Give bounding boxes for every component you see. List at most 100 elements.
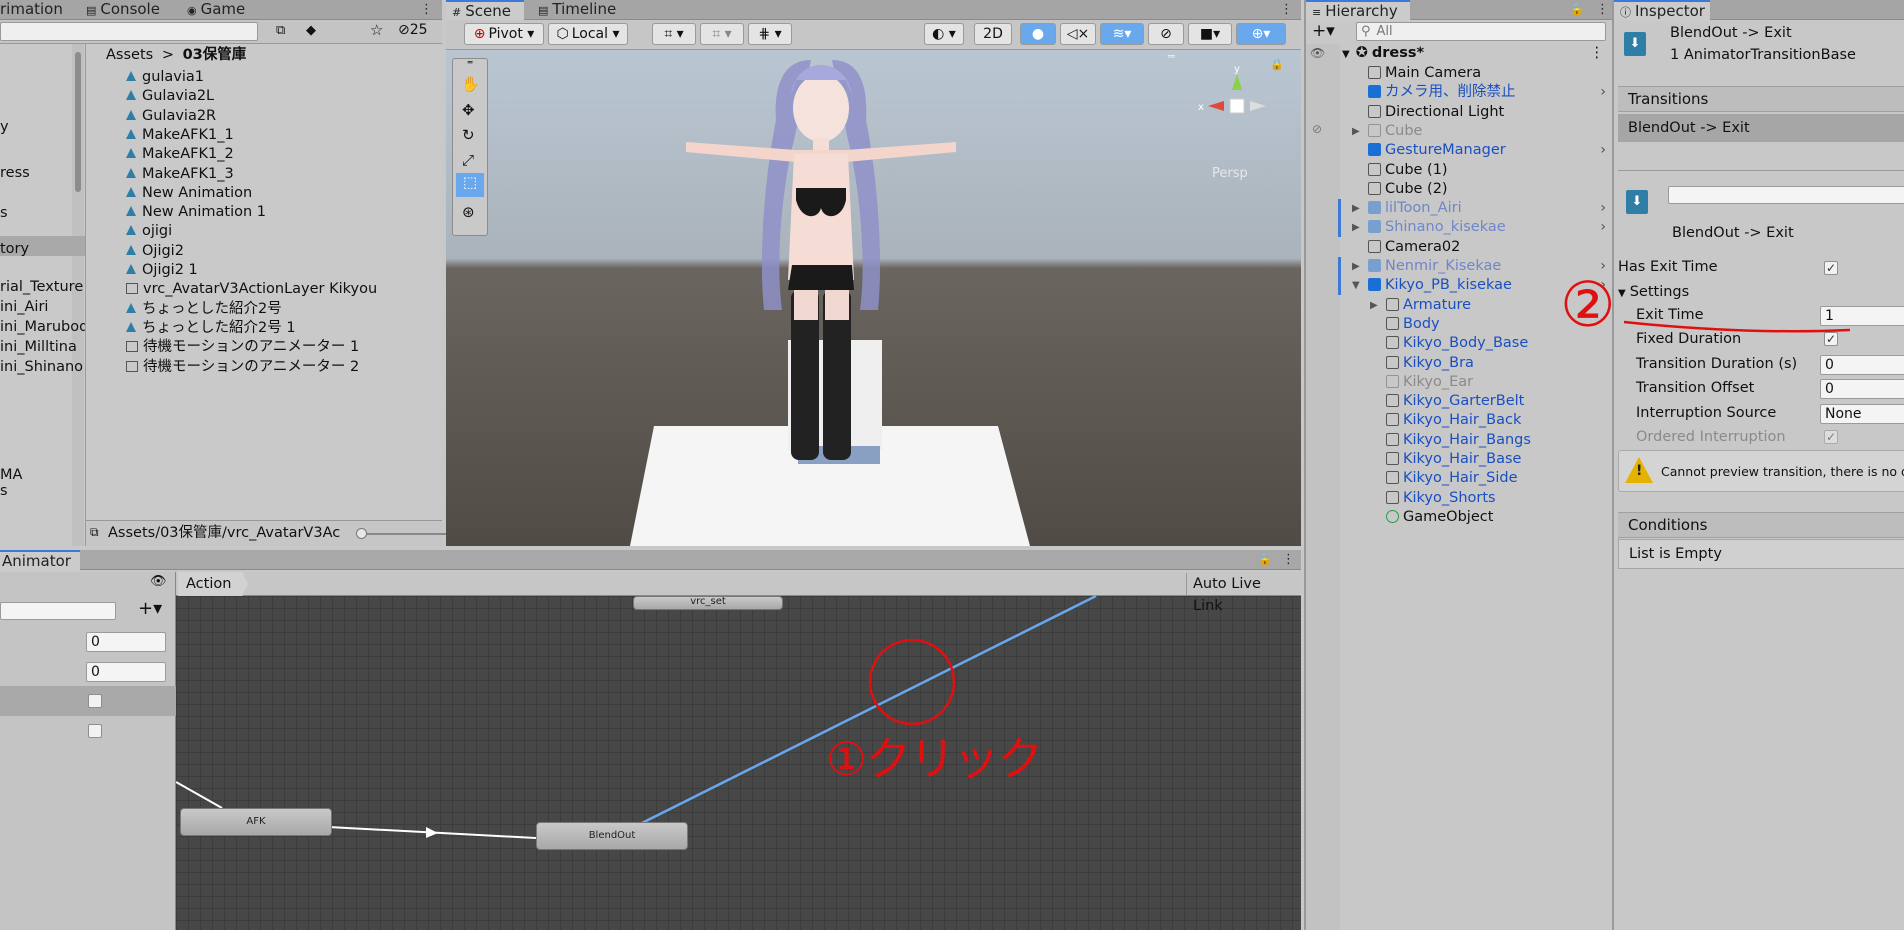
grid-toggle-button[interactable]: ⌗ ▾ xyxy=(700,23,744,45)
root-menu-icon[interactable]: ⋮ xyxy=(1590,44,1605,63)
asset-item[interactable]: MakeAFK1_2 xyxy=(126,145,234,164)
scale-tool-icon[interactable]: ⤢ xyxy=(462,151,474,169)
tab-menu-icon[interactable]: ⋮ xyxy=(420,0,433,20)
animator-menu-icon[interactable]: ⋮ xyxy=(1282,550,1295,570)
hierarchy-item[interactable]: Kikyo_Hair_Side xyxy=(1342,469,1610,488)
asset-item[interactable]: Ojigi2 1 xyxy=(126,261,198,280)
asset-item[interactable]: gulavia1 xyxy=(126,68,204,87)
hierarchy-root[interactable]: ▼ ✪ dress* ⋮ xyxy=(1342,44,1610,63)
setting-value-field[interactable]: 0 xyxy=(1820,379,1904,400)
star-icon[interactable]: ☆ xyxy=(370,21,383,39)
transition-name-field[interactable] xyxy=(1668,186,1904,204)
transitions-header[interactable]: Transitions xyxy=(1618,86,1904,112)
expand-arrow-icon[interactable]: ▼ xyxy=(1342,49,1350,60)
hierarchy-item[interactable]: Directional Light xyxy=(1342,103,1610,122)
move-tool-icon[interactable]: ✥ xyxy=(462,101,475,119)
params-search[interactable] xyxy=(0,602,116,620)
hierarchy-item[interactable]: Camera02 xyxy=(1342,238,1610,257)
mode-2d-button[interactable]: 2D xyxy=(974,23,1012,45)
tab-animation[interactable]: rimation xyxy=(0,0,63,20)
collapsed-arrow-icon[interactable]: ▶ xyxy=(1352,218,1360,237)
folder-tree-item[interactable]: ini_Airi xyxy=(0,298,48,317)
folder-tree-item[interactable]: ini_Milltina xyxy=(0,338,77,357)
hierarchy-item[interactable]: GestureManager › xyxy=(1342,141,1610,160)
hierarchy-lock-icon[interactable]: 🔒 xyxy=(1570,0,1584,20)
asset-item[interactable]: 待機モーションのアニメーター 1 xyxy=(126,338,359,357)
tab-timeline[interactable]: ▤ Timeline xyxy=(538,0,616,20)
hierarchy-item[interactable]: Kikyo_GarterBelt xyxy=(1342,392,1610,411)
state-top[interactable]: vrc_set xyxy=(633,596,783,610)
params-eye-icon[interactable]: 👁 xyxy=(150,574,167,589)
gizmo-lock-icon[interactable]: 🔒 xyxy=(1270,58,1284,71)
audio-button[interactable]: ◁× xyxy=(1060,23,1096,45)
grid-snap-button[interactable]: ⌗ ▾ xyxy=(652,23,696,45)
overlay-menu-icon[interactable]: ═ xyxy=(1168,50,1175,63)
collapsed-arrow-icon[interactable]: ▶ xyxy=(1352,257,1360,276)
hierarchy-item[interactable]: カメラ用、削除禁止 › xyxy=(1342,83,1610,102)
hierarchy-item[interactable]: Cube (1) xyxy=(1342,161,1610,180)
asset-item[interactable]: New Animation 1 xyxy=(126,203,266,222)
hierarchy-item[interactable]: Kikyo_Hair_Base xyxy=(1342,450,1610,469)
hierarchy-menu-icon[interactable]: ⋮ xyxy=(1596,0,1609,20)
asset-item[interactable]: vrc_AvatarV3ActionLayer Kikyou xyxy=(126,280,377,299)
collapsed-arrow-icon[interactable]: ▶ xyxy=(1352,199,1360,218)
collapsed-arrow-icon[interactable]: ▶ xyxy=(1370,296,1378,315)
scene-viewport[interactable]: Persp y x 🔒 ═ ✋ ✥ ↻ ⤢ ⬚ ⊛ ═ xyxy=(446,50,1301,546)
hierarchy-item[interactable]: Kikyo_Hair_Back xyxy=(1342,411,1610,430)
folder-tree-item[interactable]: s xyxy=(0,204,8,223)
shading-mode-button[interactable]: ◐ ▾ xyxy=(924,23,964,45)
asset-item[interactable]: New Animation xyxy=(126,184,252,203)
hierarchy-item[interactable]: ▶ Cube xyxy=(1342,122,1610,141)
conditions-header[interactable]: Conditions xyxy=(1618,512,1904,538)
hierarchy-item[interactable]: Kikyo_Shorts xyxy=(1342,489,1610,508)
add-param-button[interactable]: +▾ xyxy=(138,598,162,619)
param-value-2[interactable]: 0 xyxy=(86,662,166,682)
param-value-1[interactable]: 0 xyxy=(86,632,166,652)
breadcrumb-folder[interactable]: 03保管庫 xyxy=(183,47,247,63)
folder-tree-item[interactable]: ini_Shinano xyxy=(0,358,83,377)
folder-tree-item[interactable]: s xyxy=(0,482,8,501)
hidden-objects-button[interactable]: ⊘ xyxy=(1148,23,1184,45)
orientation-gizmo[interactable]: y x xyxy=(1186,62,1286,152)
setting-value-field[interactable]: None xyxy=(1820,403,1904,424)
tab-hierarchy[interactable]: ≡ Hierarchy xyxy=(1306,0,1410,21)
expanded-arrow-icon[interactable]: ▼ xyxy=(1352,276,1360,295)
hierarchy-search[interactable]: ⚲ All xyxy=(1356,22,1606,41)
tab-inspector[interactable]: ⓘ Inspector xyxy=(1614,0,1710,21)
hierarchy-item[interactable]: Kikyo_Ear xyxy=(1342,373,1610,392)
state-blendout[interactable]: BlendOut xyxy=(536,822,688,850)
folder-tree-item[interactable]: ress xyxy=(0,164,30,183)
hierarchy-item[interactable]: GameObject xyxy=(1342,508,1610,527)
tab-game[interactable]: ◉ Game xyxy=(187,0,245,20)
collapsed-arrow-icon[interactable]: ▶ xyxy=(1352,122,1360,141)
asset-item[interactable]: MakeAFK1_3 xyxy=(126,165,234,184)
tab-console[interactable]: ▤ Console xyxy=(86,0,160,20)
asset-item[interactable]: ちょっとした紹介2号 xyxy=(126,300,282,319)
hierarchy-item[interactable]: Main Camera xyxy=(1342,64,1610,83)
hierarchy-item[interactable]: ▶ Shinano_kisekae › xyxy=(1338,218,1610,238)
scene-menu-icon[interactable]: ⋮ xyxy=(1280,0,1293,20)
folder-tree-item[interactable]: y xyxy=(0,118,9,137)
has-exit-time-checkbox[interactable]: ✓ xyxy=(1824,261,1838,275)
increment-snap-button[interactable]: ⋕ ▾ xyxy=(748,23,792,45)
rotate-tool-icon[interactable]: ↻ xyxy=(462,126,475,144)
animator-lock-icon[interactable]: 🔒 xyxy=(1258,550,1272,570)
param-row-3[interactable] xyxy=(0,686,176,716)
icon-size-slider-thumb[interactable] xyxy=(356,528,367,539)
open-prefab-chevron-icon[interactable]: › xyxy=(1600,141,1606,160)
state-afk[interactable]: AFK xyxy=(180,808,332,836)
local-dropdown[interactable]: ⬡ Local ▾ xyxy=(548,23,628,45)
param-bool-2[interactable] xyxy=(88,724,102,738)
label-filter-icon[interactable]: ◆ xyxy=(306,23,316,38)
hierarchy-item[interactable]: Kikyo_Bra xyxy=(1342,354,1610,373)
folder-scrollbar-thumb[interactable] xyxy=(75,52,81,192)
animator-graph[interactable]: Action Auto Live Link vrc_set AFK BlendO… xyxy=(176,572,1301,930)
effects-button[interactable]: ≋▾ xyxy=(1100,23,1144,45)
breadcrumb-root[interactable]: Assets xyxy=(106,47,153,63)
asset-item[interactable]: MakeAFK1_1 xyxy=(126,126,234,145)
hidden-visibility-icon[interactable]: ⊘ xyxy=(1312,122,1322,136)
rect-tool-icon[interactable]: ⬚ xyxy=(456,173,484,197)
transition-list-item[interactable]: BlendOut -> Exit xyxy=(1618,114,1904,142)
asset-item[interactable]: Ojigi2 xyxy=(126,242,184,261)
lighting-button[interactable]: ● xyxy=(1020,23,1056,45)
